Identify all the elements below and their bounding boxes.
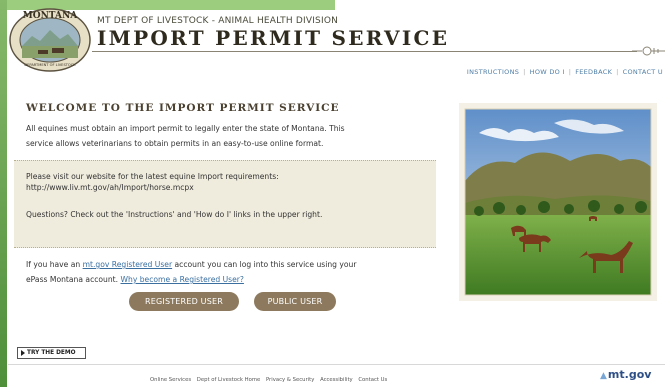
registered-user-button[interactable]: REGISTERED USER [129,292,239,311]
ornament-icon [632,46,665,56]
montana-seal-logo: MONTANA DEPARTMENT OF LIVESTOCK [9,8,91,72]
seal-top-text: MONTANA [23,11,78,21]
header-subtitle: MT DEPT OF LIVESTOCK - ANIMAL HEALTH DIV… [97,16,339,26]
welcome-heading: WELCOME TO THE IMPORT PERMIT SERVICE [26,102,340,114]
try-demo-label: TRY THE DEMO [27,350,76,356]
footer-link-livestock-home[interactable]: Dept of Livestock Home [197,377,260,383]
login-text-mid: account you can log into this service us… [172,260,357,269]
nav-instructions[interactable]: INSTRUCTIONS [467,68,519,76]
intro-line-2: service allows veterinarians to obtain p… [26,139,324,148]
seal-bottom-text: DEPARTMENT OF LIVESTOCK [24,63,76,67]
registered-user-link[interactable]: mt.gov Registered User [83,260,172,269]
footer-link-privacy[interactable]: Privacy & Security [266,377,314,383]
mountain-icon: ▲ [600,371,607,381]
login-text-pre: If you have an [26,260,83,269]
footer-link-online-services[interactable]: Online Services [150,377,191,383]
footer-links: Online Services Dept of Livestock Home P… [150,377,391,383]
nav-separator: | [523,68,526,76]
nav-contact[interactable]: CONTACT U [623,68,663,76]
footer-link-accessibility[interactable]: Accessibility [320,377,353,383]
header-rule [92,51,637,52]
nav-how-do-i[interactable]: HOW DO I [530,68,565,76]
try-demo-button[interactable]: TRY THE DEMO [17,347,86,359]
intro-line-1: All equines must obtain an import permit… [26,124,345,133]
horses-landscape-photo [459,103,657,301]
footer-rule [8,364,665,365]
footer-link-contact[interactable]: Contact Us [358,377,387,383]
info-box: Please visit our website for the latest … [14,160,436,248]
play-icon [21,349,25,356]
nav-separator: | [616,68,619,76]
top-nav: INSTRUCTIONS | HOW DO I | FEEDBACK | CONTACT U [467,68,663,76]
info-questions-text: Questions? Check out the 'Instructions' … [26,210,323,219]
info-requirements-text: Please visit our website for the latest … [26,172,279,181]
nav-feedback[interactable]: FEEDBACK [575,68,612,76]
nav-separator: | [568,68,572,76]
intro-text: All equines must obtain an import permit… [26,121,441,151]
mtgov-logo-text: mt.gov [607,368,652,381]
left-green-bar [0,0,7,387]
info-url: http://www.liv.mt.gov/ah/Import/horse.mc… [26,183,194,192]
login-text-line2: ePass Montana account. [26,275,121,284]
mtgov-logo[interactable]: ▲mt.gov [600,368,651,381]
public-user-button[interactable]: PUBLIC USER [254,292,336,311]
why-register-link[interactable]: Why become a Registered User? [121,275,244,284]
login-text: If you have an mt.gov Registered User ac… [26,257,446,287]
page-title: IMPORT PERMIT SERVICE [97,26,450,50]
